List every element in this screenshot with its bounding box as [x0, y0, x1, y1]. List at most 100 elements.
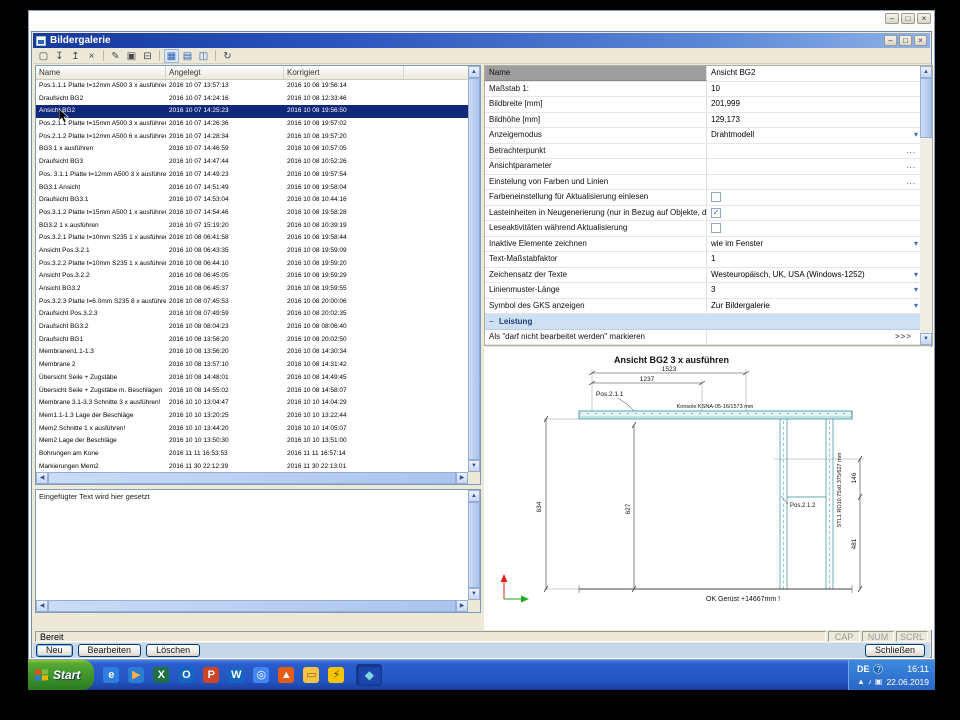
list-item[interactable]: Draufsicht BG12016 10 08 13:56:202016 10…	[36, 334, 468, 347]
checkbox-unchecked[interactable]	[711, 192, 721, 202]
table-view-icon[interactable]: ▦	[164, 49, 179, 63]
list-item[interactable]: Bohrungen am Kone2016 11 11 16:53:532016…	[36, 448, 468, 461]
edit-button[interactable]: Bearbeiten	[78, 644, 142, 657]
scroll-left-icon[interactable]: ◀	[36, 600, 48, 612]
property-value[interactable]	[707, 221, 920, 236]
notes-vertical-scrollbar[interactable]: ▲ ▼	[468, 490, 480, 600]
property-value[interactable]: 201,999	[707, 97, 920, 112]
scroll-up-icon[interactable]: ▲	[468, 490, 480, 502]
ellipsis-button[interactable]: ...	[906, 159, 916, 174]
dropdown-arrow-icon[interactable]: ▾	[914, 237, 918, 252]
cad-app-icon[interactable]: ▲	[278, 667, 294, 683]
scrollbar-thumb[interactable]	[48, 472, 456, 484]
dialog-minimize-button[interactable]: –	[884, 35, 897, 46]
edit-icon[interactable]: ✎	[108, 49, 123, 63]
excel-icon[interactable]: X	[153, 667, 169, 683]
report-view-icon[interactable]: ◫	[196, 49, 211, 63]
list-item[interactable]: Mem2 Lage der Beschläge2016 10 10 13:50:…	[36, 435, 468, 448]
property-value[interactable]: ✓	[707, 206, 920, 221]
property-value[interactable]: 1	[707, 252, 920, 267]
property-value[interactable]: ...	[707, 159, 920, 174]
property-value[interactable]	[707, 190, 920, 205]
dialog-titlebar[interactable]: Bildergalerie – □ ×	[33, 33, 930, 48]
property-value[interactable]: Ansicht BG2	[707, 66, 920, 81]
checkbox-unchecked[interactable]	[711, 223, 721, 233]
list-item[interactable]: Membrane 3.1-3.3 Schnitte 3 x ausführen!…	[36, 397, 468, 410]
list-item[interactable]: BG3.1 Ansicht2016 10 07 14:51:492016 10 …	[36, 182, 468, 195]
scroll-right-icon[interactable]: ▶	[456, 472, 468, 484]
list-item[interactable]: Übersicht Seile + Zugstäbe2016 10 08 14:…	[36, 372, 468, 385]
list-item[interactable]: Mem1.1-1.3 Lage der Beschläge2016 10 10 …	[36, 410, 468, 423]
scroll-down-icon[interactable]: ▼	[468, 460, 480, 472]
export-image-icon[interactable]: ↥	[68, 49, 83, 63]
scroll-left-icon[interactable]: ◀	[36, 472, 48, 484]
property-value[interactable]: Zur Bildergalerie▾	[707, 299, 920, 314]
gallery-view-icon[interactable]: ▤	[180, 49, 195, 63]
property-value[interactable]: 129,173	[707, 113, 920, 128]
help-icon[interactable]: ?	[873, 664, 883, 674]
scroll-up-icon[interactable]: ▲	[920, 66, 932, 78]
print-icon[interactable]: ⊟	[140, 49, 155, 63]
outlook-icon[interactable]: O	[178, 667, 194, 683]
list-item[interactable]: Übersicht Seile + Zugstäbe m. Beschlägen…	[36, 385, 468, 398]
list-item[interactable]: Draufsicht Pos.3.2.32016 10 08 07:49:592…	[36, 308, 468, 321]
list-item[interactable]: Draufsicht BG32016 10 07 14:47:442016 10…	[36, 156, 468, 169]
dropdown-arrow-icon[interactable]: ▾	[914, 128, 918, 143]
properties-vertical-scrollbar[interactable]: ▲ ▼	[920, 66, 932, 345]
powerpoint-icon[interactable]: P	[203, 667, 219, 683]
eject-icon[interactable]: ▲	[857, 677, 865, 687]
list-item[interactable]: Ansicht BG3.22016 10 08 06:45:372016 10 …	[36, 283, 468, 296]
list-item[interactable]: Draufsicht BG3.22016 10 08 08:04:232016 …	[36, 321, 468, 334]
list-item[interactable]: Pos.3.2.1 Platte t=10mm S235 1 x ausführ…	[36, 232, 468, 245]
list-item[interactable]: Pos.1.1.1 Platte t=12mm A500 3 x ausführ…	[36, 80, 468, 93]
volume-icon[interactable]: ♪	[868, 677, 872, 687]
minimize-button[interactable]: –	[885, 13, 899, 24]
list-item[interactable]: Pos.2.1.1 Platte t=15mm A500 3 x ausführ…	[36, 118, 468, 131]
list-item[interactable]: Pos.3.2.3 Platte t=6.0mm S235 8 x ausfüh…	[36, 296, 468, 309]
property-value[interactable]: Drahtmodell▾	[707, 128, 920, 143]
property-value[interactable]: wie im Fenster▾	[707, 237, 920, 252]
list-item[interactable]: BG3.2 1 x ausführen2016 10 07 15:19:2020…	[36, 220, 468, 233]
dropdown-arrow-icon[interactable]: ▾	[914, 283, 918, 298]
column-header[interactable]: Name	[36, 66, 166, 79]
ellipsis-button[interactable]: ...	[906, 175, 916, 190]
column-header[interactable]: Korrigiert	[284, 66, 404, 79]
list-item[interactable]: Membrane 22016 10 08 13:57:102016 10 08 …	[36, 359, 468, 372]
scrollbar-thumb[interactable]	[48, 600, 456, 612]
list-item[interactable]: Ansicht BG22016 10 07 14:25:232016 10 08…	[36, 105, 468, 118]
new-image-icon[interactable]: ▢	[36, 49, 51, 63]
property-value[interactable]: 3▾	[707, 283, 920, 298]
close-dialog-button[interactable]: Schließen	[865, 644, 925, 657]
stamp-icon[interactable]: ▣	[124, 49, 139, 63]
list-item[interactable]: Draufsicht BG3.12016 10 07 14:53:042016 …	[36, 194, 468, 207]
scroll-down-icon[interactable]: ▼	[920, 333, 932, 345]
list-item[interactable]: Pos.3.2.2 Platte t=10mm S235 1 x ausführ…	[36, 258, 468, 271]
list-item[interactable]: Membranen1.1-1.32016 10 08 13:56:202016 …	[36, 346, 468, 359]
property-value[interactable]: 10	[707, 82, 920, 97]
list-item[interactable]: Ansicht Pos.3.2.12016 10 08 06:43:352016…	[36, 245, 468, 258]
refresh-icon[interactable]: ↻	[220, 49, 235, 63]
internet-explorer-icon[interactable]: e	[103, 667, 119, 683]
word-icon[interactable]: W	[228, 667, 244, 683]
allplan-icon[interactable]: ⚡	[328, 667, 344, 683]
dropdown-arrow-icon[interactable]: ▾	[914, 299, 918, 314]
list-item[interactable]: Mem2 Schnitte 1 x ausführen!2016 10 10 1…	[36, 423, 468, 436]
new-button[interactable]: Neu	[36, 644, 73, 657]
list-vertical-scrollbar[interactable]: ▲ ▼	[468, 66, 480, 472]
import-image-icon[interactable]: ↧	[52, 49, 67, 63]
list-item[interactable]: Pos. 3.1.1 Platte t=12mm A500 3 x ausfüh…	[36, 169, 468, 182]
delete-button[interactable]: Löschen	[146, 644, 200, 657]
scrollbar-thumb[interactable]	[468, 78, 480, 460]
ellipsis-button[interactable]: ...	[906, 144, 916, 159]
delete-image-icon[interactable]: ×	[84, 49, 99, 63]
list-item[interactable]: Pos.2.1.2 Platte t=12mm A500 6 x ausführ…	[36, 131, 468, 144]
property-value[interactable]: ...	[707, 144, 920, 159]
list-item[interactable]: BG3 1 x ausführen2016 10 07 14:46:592016…	[36, 143, 468, 156]
dialog-restore-button[interactable]: □	[899, 35, 912, 46]
restore-button[interactable]: □	[901, 13, 915, 24]
property-value[interactable]: ...	[707, 175, 920, 190]
scroll-up-icon[interactable]: ▲	[468, 66, 480, 78]
section-header[interactable]: Leistung	[485, 314, 920, 330]
notes-panel[interactable]: Eingefügter Text wird hier gesetzt ▲ ▼ ◀…	[35, 489, 481, 613]
start-button[interactable]: Start	[28, 660, 94, 690]
